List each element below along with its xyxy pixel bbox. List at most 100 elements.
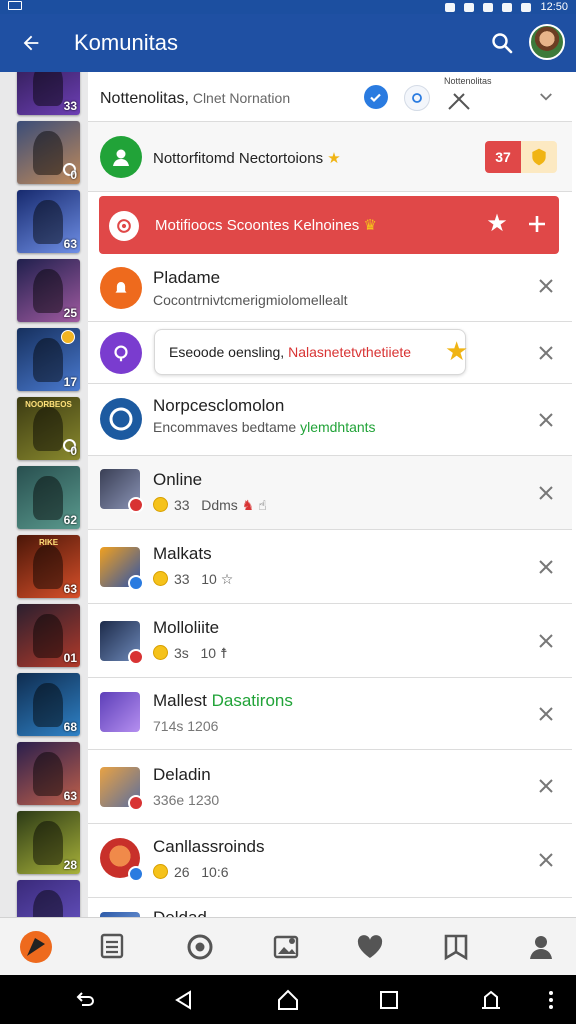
close-icon[interactable] xyxy=(534,555,558,579)
row-subtitle-highlight: ylemdhtants xyxy=(300,419,376,435)
trophy-icon: ♛ xyxy=(363,217,377,234)
list-item[interactable]: Malkats 33 10 ☆ xyxy=(88,530,572,604)
game-thumbnail[interactable]: 63 xyxy=(17,742,80,805)
row-title: Canllassroinds xyxy=(153,837,265,856)
row-title: Deldad xyxy=(153,908,207,917)
bookmark-icon[interactable] xyxy=(436,928,476,966)
hero-silhouette xyxy=(33,683,63,727)
list-item[interactable]: Eseoode oensling, Nalasnetetvthetiiete ★ xyxy=(88,322,572,384)
game-thumbnail[interactable]: 68 xyxy=(17,673,80,736)
clock: 12:50 xyxy=(540,1,568,13)
more-icon[interactable] xyxy=(538,987,564,1013)
game-thumbnail[interactable]: 0 xyxy=(17,121,80,184)
game-thumbnail[interactable]: 17 xyxy=(17,328,80,391)
mention-icon[interactable] xyxy=(404,85,430,111)
game-thumbnail[interactable]: RIKE 63 xyxy=(17,535,80,598)
coin-icon xyxy=(61,330,75,344)
row-count: 26 xyxy=(174,864,190,880)
game-thumbnail[interactable]: 25 xyxy=(17,259,80,322)
emoji-icon xyxy=(153,645,168,660)
avatar[interactable] xyxy=(529,24,565,60)
thumbnail-count: 0 xyxy=(70,168,77,182)
row-meta: 33 10 ☆ xyxy=(153,571,233,588)
status-bar: 12:50 xyxy=(0,0,576,14)
close-icon[interactable] xyxy=(534,774,558,798)
row-meta: 33 Ddms ♞ ☝ xyxy=(153,497,267,514)
close-icon[interactable] xyxy=(534,481,558,505)
alert-banner[interactable]: Motifioocs Scoontes Kelnoines ♛ ★ xyxy=(99,196,559,254)
profile-icon[interactable] xyxy=(521,928,561,966)
recents-square-icon[interactable] xyxy=(376,987,402,1013)
close-icon[interactable] xyxy=(534,702,558,726)
home-circle-icon[interactable] xyxy=(275,987,301,1013)
game-thumbnail[interactable]: 28 xyxy=(17,811,80,874)
star-icon[interactable]: ★ xyxy=(445,338,468,364)
rotate-icon[interactable] xyxy=(72,987,98,1013)
row-title: Pladame xyxy=(153,268,221,287)
thumbnail-count: 62 xyxy=(63,513,77,527)
list-item[interactable]: Pladame Cocontrnivtcmerigmiolomellealt xyxy=(88,264,572,322)
star-icon[interactable]: ★ xyxy=(483,210,511,238)
arrow-left-icon[interactable] xyxy=(14,27,48,59)
game-thumbnail[interactable]: 63 xyxy=(17,190,80,253)
game-thumbnail[interactable] xyxy=(17,880,80,917)
game-thumbnail[interactable]: 62 xyxy=(17,466,80,529)
status-icons: 12:50 xyxy=(445,0,568,14)
game-icon xyxy=(100,692,140,732)
vibrate-icon xyxy=(464,2,475,12)
row-title: Online xyxy=(153,470,203,489)
row-title-main: Nottenolitas, xyxy=(100,90,189,107)
close-icon[interactable] xyxy=(534,408,558,432)
close-icon[interactable] xyxy=(534,341,558,365)
user-icon xyxy=(100,136,142,178)
game-thumbnail[interactable]: 01 xyxy=(17,604,80,667)
row-title: Mallest Dasatirons xyxy=(153,691,293,711)
list-item[interactable]: Mallest Dasatirons 714s 1206 xyxy=(88,678,572,750)
system-nav-bar xyxy=(0,975,576,1024)
hero-silhouette xyxy=(33,752,63,796)
close-icon[interactable] xyxy=(534,629,558,653)
hero-silhouette xyxy=(33,200,63,244)
back-triangle-icon[interactable] xyxy=(171,987,197,1013)
gallery-icon[interactable] xyxy=(180,928,220,966)
list-item[interactable]: Nottorfitomd Nectortoions ★ 37 xyxy=(88,122,572,192)
list-item[interactable]: Nottenolitas, Clnet Nornation Nottenolit… xyxy=(88,72,572,122)
battery-icon xyxy=(521,2,532,12)
check-icon[interactable] xyxy=(364,85,388,109)
news-icon[interactable] xyxy=(92,928,132,966)
list-item[interactable]: Online 33 Ddms ♞ ☝ xyxy=(88,456,572,530)
search-icon[interactable] xyxy=(486,27,518,59)
chevron-down-icon[interactable] xyxy=(534,85,558,109)
close-icon[interactable] xyxy=(534,274,558,298)
emoji-icon xyxy=(153,864,168,879)
plus-icon[interactable] xyxy=(523,210,551,238)
heart-icon[interactable] xyxy=(350,928,390,966)
hero-silhouette xyxy=(33,821,63,865)
location-icon xyxy=(100,332,142,374)
game-thumbnail[interactable]: NOORBEOS 0 xyxy=(17,397,80,460)
home-icon[interactable] xyxy=(16,928,56,966)
close-icon[interactable] xyxy=(534,848,558,872)
row-title: Deladin xyxy=(153,765,211,784)
app-bar: Komunitas xyxy=(0,14,576,72)
list-item[interactable]: Deldad xyxy=(88,898,572,917)
shield-icon[interactable] xyxy=(521,141,557,173)
row-extra: 10 xyxy=(200,645,217,661)
screenshot-icon[interactable] xyxy=(478,987,504,1013)
list-item[interactable]: Molloliite 3s 10 ☨ xyxy=(88,604,572,678)
game-thumbnail[interactable]: 33 xyxy=(17,72,80,115)
badge-icon xyxy=(128,497,144,513)
thumbnail-count: 0 xyxy=(70,444,77,458)
bell-icon xyxy=(100,267,142,309)
list-item[interactable]: Norpcesclomolon Encommaves bedtame ylemd… xyxy=(88,384,572,456)
hero-silhouette xyxy=(33,338,63,382)
photo-icon[interactable] xyxy=(266,928,306,966)
list-item[interactable]: Deladin 336e 1230 xyxy=(88,750,572,824)
emoji-icon xyxy=(153,571,168,586)
message-bubble[interactable]: Eseoode oensling, Nalasnetetvthetiiete xyxy=(154,329,466,375)
list-item[interactable]: Motifioocs Scoontes Kelnoines ♛ ★ xyxy=(88,192,572,264)
thumbnail-count: 01 xyxy=(63,651,77,665)
thumbnail-count: 63 xyxy=(63,582,77,596)
row-extra: 10 xyxy=(201,571,217,587)
list-item[interactable]: Canllassroinds 26 10:6 xyxy=(88,824,572,898)
